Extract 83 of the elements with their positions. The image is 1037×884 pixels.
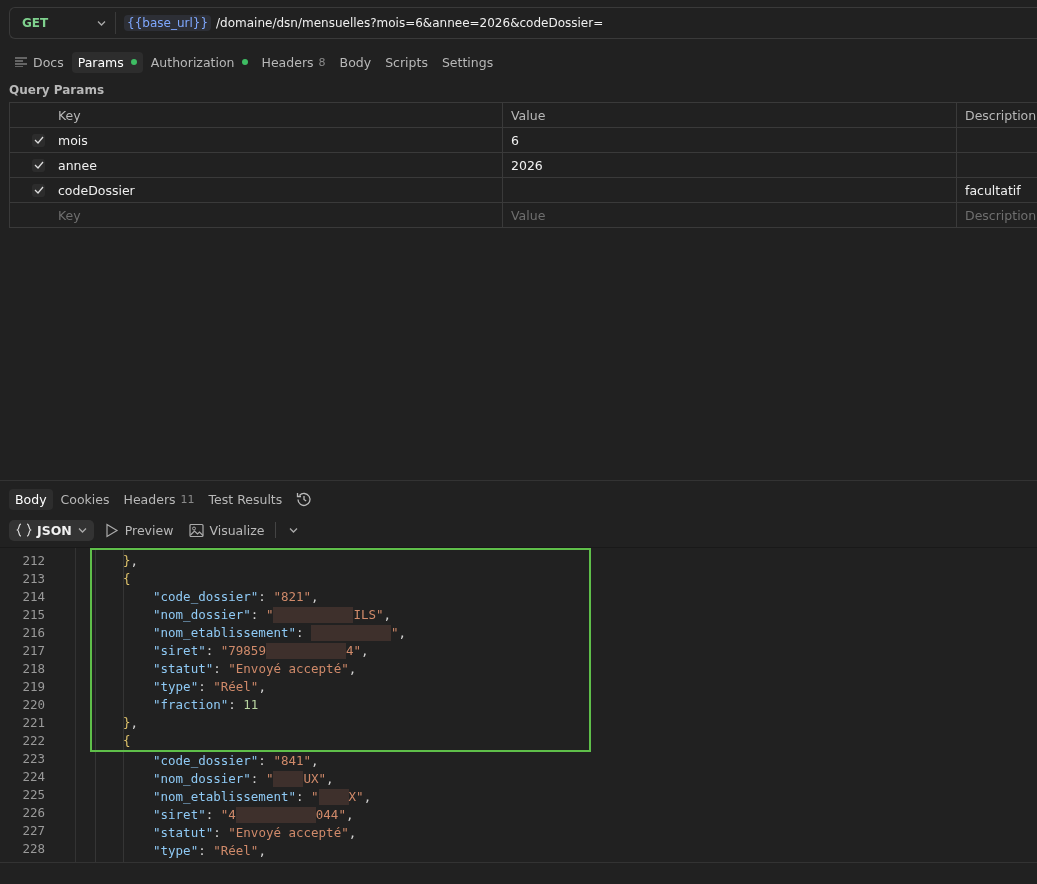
checkbox[interactable] [32,158,45,172]
table-cell: facultatif [965,182,1021,198]
format-dropdown[interactable]: JSON [9,519,94,541]
code-line: }, [122,714,140,732]
column-header: Description [964,106,1037,125]
code-line: "type": "Réel", [152,678,267,696]
redaction-block [318,789,349,805]
response-tab[interactable]: Headers 11 [117,488,201,510]
request-tab[interactable]: Headers 8 [255,51,332,73]
toolbar-button[interactable]: Preview [99,519,179,541]
line-number: 212 [21,552,46,570]
section-title: Query Params [9,83,106,97]
line-number: 228 [21,840,46,858]
variable-tag: {{base_url}} [124,15,212,31]
line-number: 213 [21,570,46,588]
check-icon [33,136,44,144]
input-field[interactable]: Description [965,207,1037,223]
request-tab[interactable]: Docs [9,51,70,73]
line-number: 219 [21,678,46,696]
column-header: Key [50,103,503,127]
request-tab[interactable]: Authorization [144,51,254,73]
line-number: 223 [21,750,46,768]
line-number: 225 [21,786,46,804]
braces-icon [16,523,32,537]
response-tab[interactable]: Cookies [54,488,116,510]
code-line: "siret": "4 044", [152,806,355,824]
image-icon [189,522,205,538]
toolbar-button[interactable]: Visualize [184,519,270,541]
line-number: 216 [21,624,46,642]
line-number: 224 [21,768,46,786]
line-number: 218 [21,660,46,678]
chevron-down-icon [76,525,87,535]
check-icon [33,161,44,169]
code-line: "code_dossier": "841", [152,752,320,770]
history-icon [296,491,313,507]
checkbox[interactable] [32,183,45,197]
table-cell: 2026 [511,157,543,173]
code-line: "statut": "Envoyé accepté", [152,824,358,842]
column-header: Value [503,103,957,127]
code-line: "nom_dossier": " ILS", [152,606,393,624]
line-number: 215 [21,606,46,624]
response-tab[interactable]: Test Results [202,488,289,510]
chevron-down-icon [288,525,299,535]
request-tab[interactable]: Scripts [379,51,434,73]
line-number: 221 [21,714,46,732]
code-line: }, [122,552,140,570]
tab-count: 11 [180,492,195,506]
line-number: 226 [21,804,46,822]
code-line: "nom_etablissement": " X", [152,788,373,806]
code-line: "code_dossier": "821", [152,588,320,606]
table-cell: codeDossier [58,182,135,198]
url-field[interactable]: {{base_url}} /domaine/dsn/mensuelles?mois=6&annee=2026&codeDossier= [116,9,1037,37]
code-line: { [122,732,132,750]
play-icon [104,522,120,538]
check-icon [33,186,44,194]
line-number: 217 [21,642,46,660]
line-number: 227 [21,822,46,840]
code-line: "type": "Réel", [152,842,267,860]
code-line: { [122,570,132,588]
code-line: "nom_dossier": " UX", [152,770,335,788]
request-tab[interactable]: Body [333,51,378,73]
input-field[interactable]: Key [58,207,502,223]
table-cell: 6 [511,132,519,148]
method-dropdown[interactable]: GET [10,12,116,34]
tab-count: 8 [318,55,326,69]
checkbox[interactable] [32,133,45,147]
code-line: "fraction": 11 [152,696,260,714]
lines-icon [15,57,27,67]
response-tab[interactable]: Body [9,488,53,510]
url-path: /domaine/dsn/mensuelles?mois=6&annee=2026&codeDossier= [216,16,604,30]
chevron-down-icon [96,18,106,28]
code-line: "statut": "Envoyé accepté", [152,660,358,678]
request-tab[interactable]: Params [71,51,143,73]
code-line: "siret": "79859 4", [152,642,370,660]
code-line: "nom_etablissement": ", [152,624,408,642]
input-field[interactable]: Value [511,207,956,223]
table-cell: annee [58,157,97,173]
request-tab[interactable]: Settings [435,51,500,73]
line-number: 220 [21,696,46,714]
table-cell: mois [58,132,88,148]
redaction-block [273,771,304,787]
line-number: 214 [21,588,46,606]
line-number: 222 [21,732,46,750]
